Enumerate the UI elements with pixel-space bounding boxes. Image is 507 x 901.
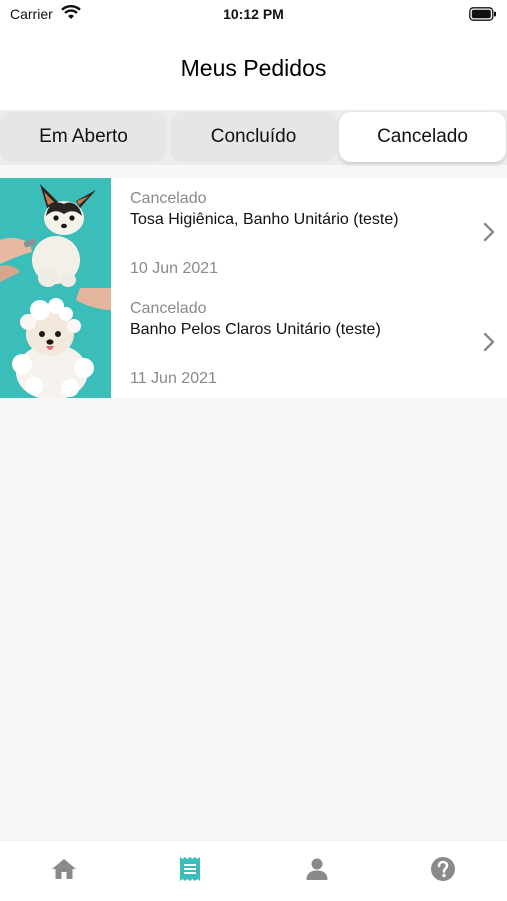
user-icon — [305, 857, 329, 886]
tab-label: Em Aberto — [39, 126, 128, 147]
receipt-icon — [178, 856, 202, 887]
status-time: 10:12 PM — [223, 6, 284, 22]
battery-icon — [469, 7, 497, 26]
order-status: Cancelado — [130, 190, 207, 207]
order-item[interactable]: Cancelado Banho Pelos Claros Unitário (t… — [0, 288, 507, 398]
order-service-name: Tosa Higiênica, Banho Unitário (teste) — [130, 211, 399, 228]
tab-label: Cancelado — [377, 126, 468, 147]
home-icon — [51, 857, 77, 886]
chevron-right-icon — [483, 222, 495, 247]
page-title: Meus Pedidos — [180, 55, 327, 81]
order-status: Cancelado — [130, 300, 207, 317]
tabbar-profile[interactable] — [303, 857, 331, 885]
order-date: 10 Jun 2021 — [130, 260, 219, 277]
header: Meus Pedidos — [0, 30, 507, 110]
order-date: 11 Jun 2021 — [130, 370, 217, 387]
tab-em-aberto[interactable]: Em Aberto — [0, 112, 167, 162]
tab-concluido[interactable]: Concluído — [170, 112, 337, 162]
tabbar-help[interactable] — [429, 856, 457, 887]
orders-list: Cancelado Tosa Higiênica, Banho Unitário… — [0, 178, 507, 398]
bottom-tab-bar — [0, 840, 507, 901]
tab-label: Concluído — [210, 126, 297, 147]
tab-cancelado[interactable]: Cancelado — [339, 112, 506, 162]
status-bar: Carrier 10:12 PM — [0, 0, 507, 30]
help-icon — [430, 856, 456, 887]
tabbar-orders[interactable] — [176, 856, 204, 887]
order-status-tabs: Em Aberto Concluído Cancelado — [0, 110, 507, 165]
tabbar-home[interactable] — [50, 857, 78, 885]
dog-bath-photo — [0, 288, 111, 398]
chevron-right-icon — [483, 332, 495, 357]
order-service-name: Banho Pelos Claros Unitário (teste) — [130, 321, 381, 338]
order-item[interactable]: Cancelado Tosa Higiênica, Banho Unitário… — [0, 178, 507, 288]
dog-grooming-photo — [0, 178, 111, 288]
